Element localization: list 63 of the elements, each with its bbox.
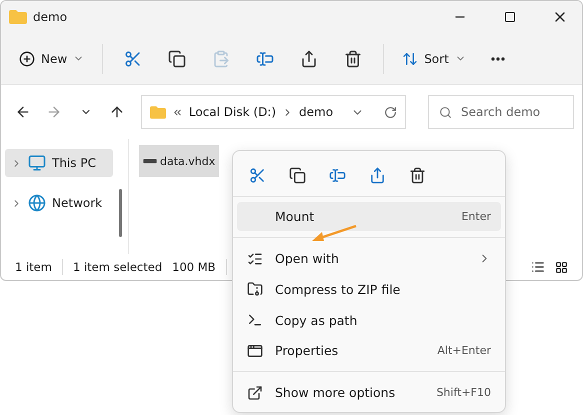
menu-item[interactable]: Copy as path bbox=[237, 306, 501, 334]
plus-icon bbox=[19, 50, 35, 66]
rename-icon bbox=[256, 50, 274, 68]
rename-icon bbox=[328, 167, 346, 184]
menu-item[interactable]: Mount Enter bbox=[237, 202, 501, 232]
copy-icon bbox=[288, 167, 306, 184]
nav-label: This PC bbox=[52, 156, 96, 170]
item-count: 1 item bbox=[15, 260, 52, 274]
breadcrumb[interactable]: Local Disk (D:) bbox=[188, 105, 276, 119]
new-button[interactable]: New bbox=[11, 42, 92, 76]
menu-label: Copy as path bbox=[275, 312, 358, 328]
clipboard-icon bbox=[212, 50, 230, 68]
nav-label: Network bbox=[52, 196, 102, 210]
selection-status: 1 item selected bbox=[72, 260, 162, 274]
zip-folder-icon bbox=[247, 281, 263, 298]
refresh-icon[interactable] bbox=[384, 106, 398, 118]
share-icon bbox=[368, 167, 386, 184]
overflow-icon bbox=[172, 106, 183, 118]
external-link-icon bbox=[247, 384, 263, 401]
nav-item[interactable]: This PC bbox=[5, 149, 113, 177]
tiles-view-icon[interactable] bbox=[555, 260, 568, 274]
menu-label: Open with bbox=[275, 251, 340, 266]
ellipsis-icon bbox=[490, 56, 505, 60]
sort-icon bbox=[402, 50, 418, 66]
menu-label: Mount bbox=[275, 209, 316, 224]
shortcut-text: Alt+Enter bbox=[437, 344, 491, 358]
terminal-icon bbox=[247, 312, 263, 328]
arrow-annotation bbox=[310, 224, 358, 244]
folder-icon bbox=[150, 106, 166, 118]
selection-size: 100 MB bbox=[172, 260, 216, 274]
file-item[interactable]: data.vhdx bbox=[139, 145, 220, 177]
monitor-icon bbox=[28, 154, 46, 172]
shortcut-text: Shift+F10 bbox=[436, 386, 491, 400]
menu-item[interactable]: Open with bbox=[237, 244, 501, 273]
sort-button[interactable]: Sort bbox=[394, 42, 474, 76]
window-title: demo bbox=[33, 10, 68, 24]
nav-item[interactable]: Network bbox=[5, 189, 113, 217]
menu-label: Show more options bbox=[275, 385, 396, 400]
checklist-icon bbox=[247, 250, 263, 267]
file-name: data.vhdx bbox=[160, 154, 216, 168]
share-icon bbox=[300, 50, 318, 68]
breadcrumb[interactable]: demo bbox=[299, 105, 334, 119]
address-bar[interactable]: Local Disk (D:) demo bbox=[140, 95, 406, 129]
maximize-icon bbox=[504, 11, 516, 23]
menu-item[interactable]: Show more options Shift+F10 bbox=[237, 378, 501, 407]
menu-label: Compress to ZIP file bbox=[275, 282, 402, 297]
copy-icon bbox=[168, 50, 186, 68]
search-field[interactable]: Search demo bbox=[428, 95, 574, 129]
scissors-icon bbox=[124, 50, 142, 68]
trash-icon bbox=[344, 50, 362, 68]
menu-item[interactable]: Compress to ZIP file bbox=[237, 274, 501, 304]
globe-icon bbox=[28, 194, 46, 212]
trash-icon bbox=[408, 167, 426, 184]
folder-icon bbox=[9, 10, 27, 24]
search-icon bbox=[439, 106, 452, 119]
list-view-icon[interactable] bbox=[531, 260, 545, 274]
shortcut-text: Enter bbox=[461, 210, 491, 224]
menu-item[interactable]: Properties Alt+Enter bbox=[237, 336, 501, 366]
menu-label: Properties bbox=[275, 343, 340, 358]
drive-icon bbox=[143, 158, 157, 164]
scrollbar-thumb[interactable] bbox=[119, 189, 122, 237]
window-icon bbox=[247, 342, 263, 359]
scissors-icon bbox=[248, 167, 266, 184]
